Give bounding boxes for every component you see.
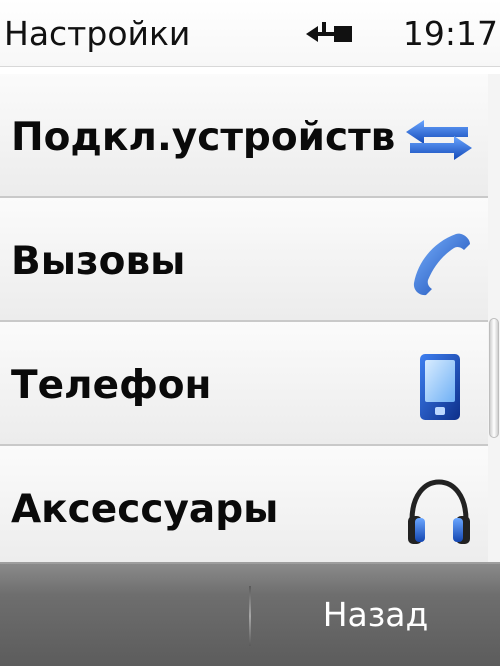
list-item-connectivity[interactable]: Подкл.устройств: [0, 74, 488, 198]
list-item-phone[interactable]: Телефон: [0, 322, 488, 446]
back-button[interactable]: Назад: [251, 564, 500, 666]
phone-handset-icon: [404, 228, 474, 298]
usb-icon: [304, 20, 356, 48]
softkey-bar: Назад: [0, 562, 500, 666]
mobile-phone-icon: [404, 352, 474, 422]
list-item-label: Подкл.устройств: [11, 115, 396, 160]
settings-screen: Настройки 19:17 Подкл.устройств Вызовы Т…: [0, 0, 500, 666]
scrollbar-thumb[interactable]: [489, 318, 499, 438]
status-bar: Настройки 19:17: [0, 0, 500, 67]
settings-list: Подкл.устройств Вызовы Телефон Аксессуар…: [0, 74, 500, 562]
list-item-label: Аксессуары: [11, 487, 279, 532]
list-item-label: Вызовы: [11, 239, 186, 284]
left-softkey[interactable]: [0, 564, 249, 666]
list-item-accessories[interactable]: Аксессуары: [0, 446, 488, 562]
headphones-icon: [404, 476, 474, 546]
list-item-label: Телефон: [11, 363, 212, 408]
status-title: Настройки: [4, 14, 191, 53]
list-item-calls[interactable]: Вызовы: [0, 198, 488, 322]
connectivity-arrows-icon: [404, 104, 474, 174]
scrollbar[interactable]: [488, 74, 500, 562]
status-time: 19:17: [402, 14, 498, 53]
